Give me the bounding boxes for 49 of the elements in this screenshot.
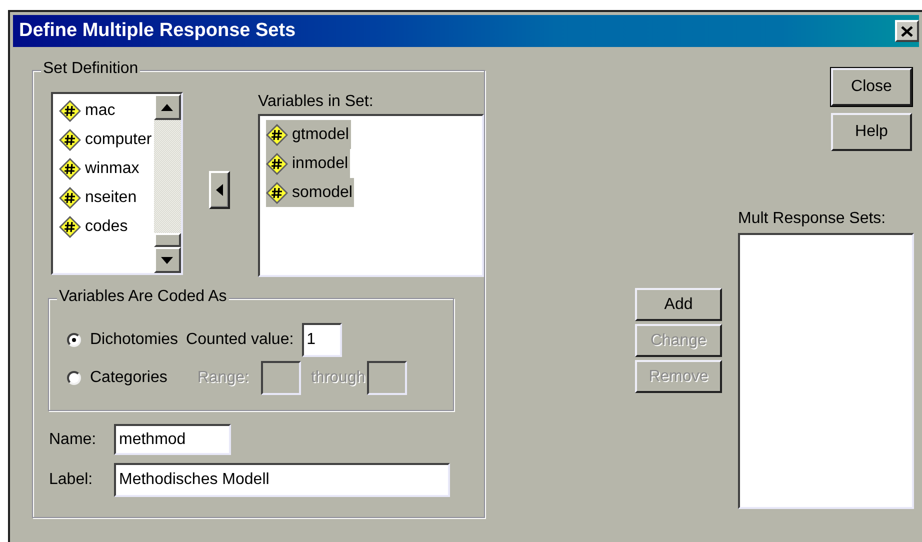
list-label: Mult Response Sets:	[738, 209, 887, 229]
radio-label[interactable]: Categories	[90, 366, 168, 390]
numeric-variable-icon	[59, 158, 81, 180]
field-label: Label:	[49, 470, 94, 490]
list-label: Variables in Set:	[258, 92, 374, 112]
move-button[interactable]	[208, 171, 230, 209]
dialog-button[interactable]: Close	[831, 68, 912, 106]
dialog-button[interactable]: Help	[831, 113, 912, 151]
variable-name: inmodel	[292, 154, 348, 174]
numeric-variable-icon	[59, 100, 81, 122]
list-item[interactable]: inmodel	[266, 149, 350, 178]
variable-name: winmax	[85, 158, 140, 178]
scrollbar[interactable]	[154, 94, 181, 273]
scroll-up-button[interactable]	[154, 94, 181, 120]
radio-button[interactable]	[67, 333, 81, 347]
field-label: Name:	[49, 430, 98, 450]
counted-value-field[interactable]: 1	[302, 323, 342, 357]
radio-button[interactable]	[67, 371, 81, 385]
close-button[interactable]	[895, 20, 919, 42]
up-arrow-icon	[161, 104, 174, 110]
numeric-variable-icon	[266, 182, 288, 204]
variable-list[interactable]: mac computer winmax nseiten codes	[51, 92, 183, 275]
scroll-thumb[interactable]	[154, 233, 181, 247]
list-item[interactable]: somodel	[266, 178, 354, 207]
numeric-variable-icon	[59, 128, 81, 150]
numeric-variable-icon	[266, 124, 288, 146]
variable-name: computer	[85, 130, 152, 150]
field-label: through	[310, 368, 366, 388]
down-arrow-icon	[161, 256, 174, 264]
label-field[interactable]: Methodisches Modell	[114, 463, 450, 497]
numeric-variable-icon	[266, 152, 288, 174]
field-label: Range:	[197, 368, 249, 388]
variable-name: mac	[85, 100, 116, 120]
scroll-down-button[interactable]	[154, 247, 181, 273]
variable-name: somodel	[292, 182, 352, 202]
variable-name: nseiten	[85, 188, 137, 208]
name-field[interactable]: methmod	[114, 424, 231, 455]
numeric-variable-icon	[59, 186, 81, 208]
list-item[interactable]: gtmodel	[266, 120, 351, 149]
variable-name: codes	[85, 216, 128, 236]
left-arrow-icon	[216, 184, 223, 196]
radio-label[interactable]: Dichotomies	[90, 328, 178, 352]
numeric-variable-icon	[59, 216, 81, 238]
variables-in-set-list[interactable]: gtmodel inmodel somodel	[258, 114, 484, 277]
window-title: Define Multiple Response Sets	[18, 18, 296, 43]
variable-name: gtmodel	[292, 124, 349, 144]
field-label: Counted value:	[186, 330, 294, 350]
close-icon	[901, 26, 913, 36]
set-button[interactable]: Add	[635, 288, 722, 321]
